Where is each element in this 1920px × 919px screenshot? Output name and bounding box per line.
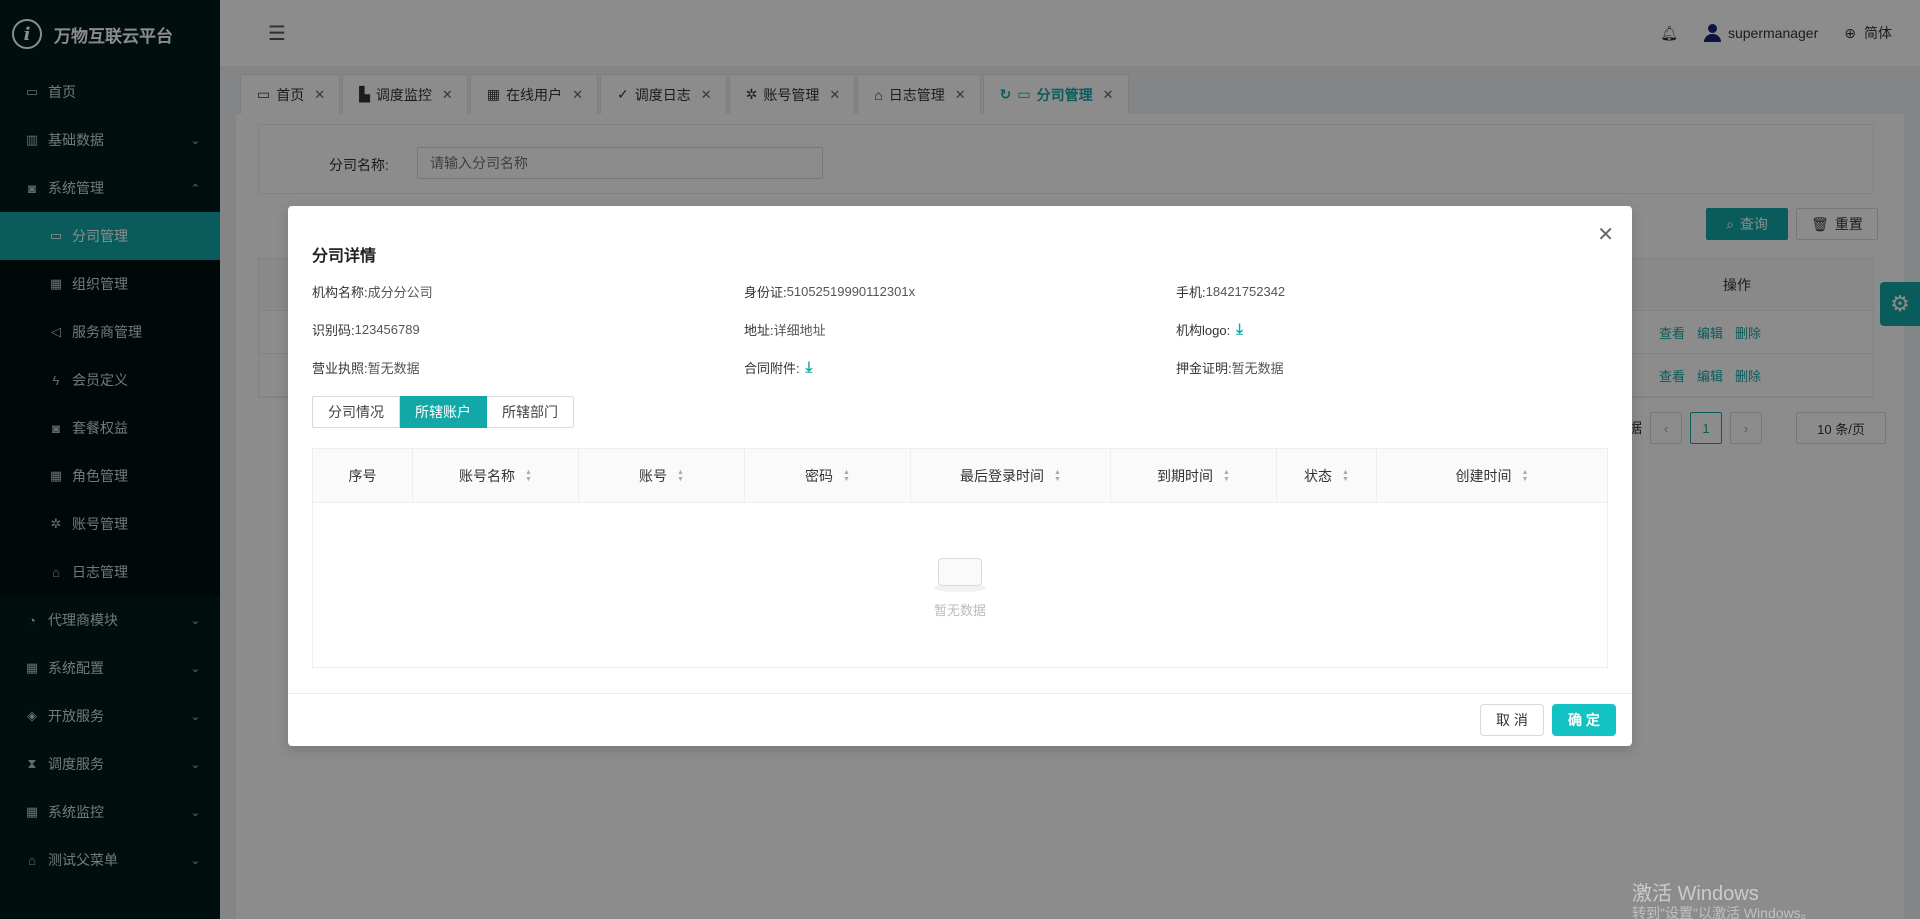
download-icon[interactable]: ⤓ <box>1236 321 1243 338</box>
deposit-field: 押金证明: 暂无数据 <box>1176 361 1284 376</box>
cancel-button[interactable]: 取 消 <box>1480 704 1544 736</box>
column-header[interactable]: 创建时间 ▲ ▼ <box>1377 449 1607 503</box>
column-header[interactable]: 密码 ▲ ▼ <box>745 449 911 503</box>
column-header: 序号 <box>313 449 413 503</box>
code-field: 识别码: 123456789 <box>312 322 420 338</box>
download-icon[interactable]: ⤓ <box>806 359 813 376</box>
sort-icon[interactable]: ▲ ▼ <box>1223 469 1230 483</box>
column-header[interactable]: 状态 ▲ ▼ <box>1277 449 1377 503</box>
empty-text: 暂无数据 <box>933 602 986 618</box>
windows-watermark-sub: 转到"设置"以激活 Windows。 <box>1632 905 1815 919</box>
empty-box-icon <box>932 552 988 592</box>
contract-field: 合同附件: ⤓ <box>744 359 813 376</box>
org-name-field: 机构名称: 成分分公司 <box>312 285 433 300</box>
sort-icon[interactable]: ▲ ▼ <box>525 469 532 483</box>
column-header[interactable]: 到期时间 ▲ ▼ <box>1111 449 1277 503</box>
detail-segment: 分司情况 所辖账户 所辖部门 <box>312 396 574 428</box>
segment-departments[interactable]: 所辖部门 <box>487 396 574 428</box>
license-field: 营业执照: 暂无数据 <box>312 361 420 376</box>
segment-branch-info[interactable]: 分司情况 <box>312 396 400 428</box>
phone-field: 手机: 18421752342 <box>1176 284 1286 300</box>
confirm-button[interactable]: 确 定 <box>1552 704 1616 736</box>
empty-state: 暂无数据 <box>313 503 1607 667</box>
sort-icon[interactable]: ▲ ▼ <box>1522 469 1529 483</box>
address-field: 地址: 详细地址 <box>744 323 826 338</box>
close-icon[interactable]: ✕ <box>1597 222 1614 247</box>
sort-icon[interactable]: ▲ ▼ <box>1342 469 1349 483</box>
segment-accounts[interactable]: 所辖账户 <box>400 396 487 428</box>
column-header[interactable]: 最后登录时间 ▲ ▼ <box>911 449 1111 503</box>
column-header[interactable]: 账号名称 ▲ ▼ <box>413 449 579 503</box>
sort-icon[interactable]: ▲ ▼ <box>677 469 684 483</box>
modal-title: 分司详情 <box>312 248 377 265</box>
logo-field: 机构logo: ⤓ <box>1176 321 1243 338</box>
windows-watermark: 激活 Windows <box>1632 883 1759 905</box>
id-card-field: 身份证: 51052519990112301x <box>744 284 916 300</box>
sort-icon[interactable]: ▲ ▼ <box>843 469 850 483</box>
accounts-table: 序号 账号名称 ▲ ▼ 账号 ▲ ▼ 密码 ▲ ▼ 最后登录时间 ▲ ▼ 到期时间 ▲ ▼ <box>312 448 1608 668</box>
modal-footer: 取 消 确 定 <box>288 693 1632 746</box>
sort-icon[interactable]: ▲ ▼ <box>1054 469 1061 483</box>
branch-detail-modal: ✕ 分司详情 机构名称: 成分分公司 身份证: 5105251999011230… <box>288 206 1632 746</box>
column-header[interactable]: 账号 ▲ ▼ <box>579 449 745 503</box>
accounts-table-header: 序号 账号名称 ▲ ▼ 账号 ▲ ▼ 密码 ▲ ▼ 最后登录时间 ▲ ▼ 到期时间 ▲ ▼ <box>313 449 1607 503</box>
